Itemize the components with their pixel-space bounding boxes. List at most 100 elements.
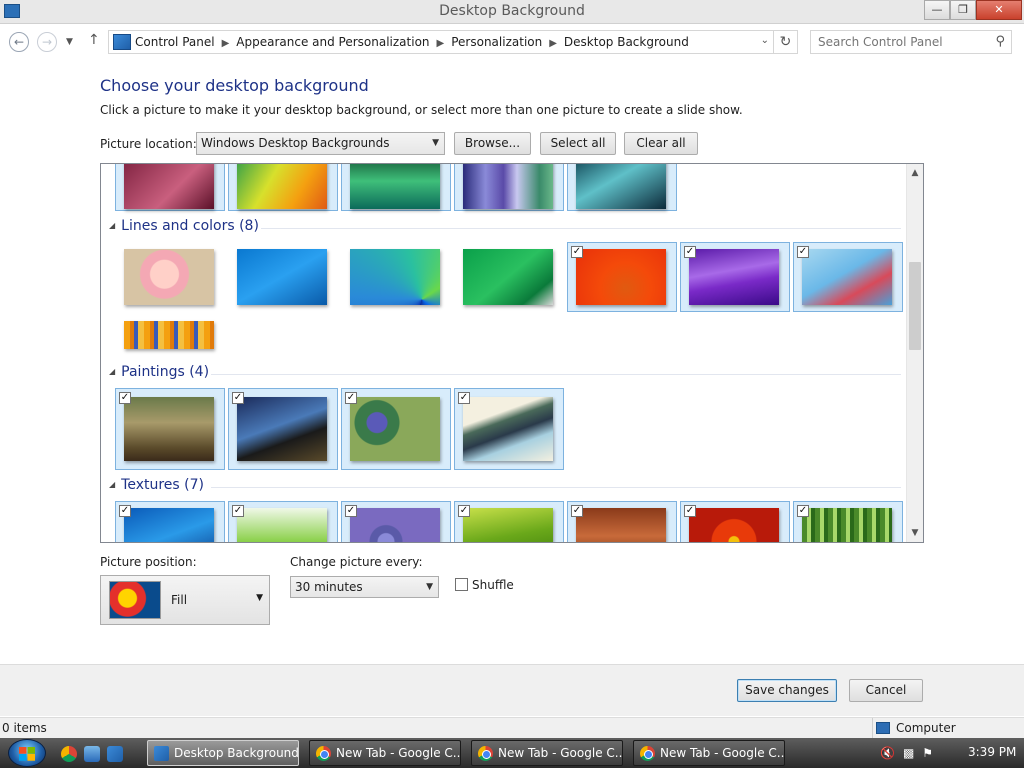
picture-tile[interactable]: ✓ [567,501,677,542]
picture-checkbox[interactable]: ✓ [684,246,696,258]
picture-thumbnail [463,164,553,209]
picture-checkbox[interactable]: ✓ [458,505,470,517]
picture-tile[interactable] [115,164,225,211]
clear-all-button[interactable]: Clear all [624,132,698,155]
picture-checkbox[interactable]: ✓ [571,246,583,258]
browse-button[interactable]: Browse... [454,132,531,155]
close-button[interactable]: ✕ [976,0,1022,20]
address-field[interactable]: Control Panel ▶ Appearance and Personaliza… [108,30,774,54]
picture-tile[interactable]: ✓ [454,501,564,542]
picture-tile[interactable]: ✓ [567,242,677,312]
up-arrow-icon[interactable]: ↑ [88,32,100,48]
action-center-icon[interactable]: ⚑ [922,746,933,760]
gallery-scrollbar[interactable]: ▲ ▼ [906,164,923,542]
picture-tile[interactable]: ✓ [341,388,451,470]
breadcrumb-control-panel[interactable]: Control Panel [135,35,215,49]
change-interval-select[interactable]: 30 minutes ▼ [290,576,439,598]
picture-tile[interactable] [454,242,564,312]
picture-tile[interactable]: ✓ [115,388,225,470]
clock[interactable]: 3:39 PM [968,745,1016,759]
picture-checkbox[interactable]: ✓ [119,505,131,517]
group-header-textures[interactable]: ◢ Textures (7) [109,477,204,493]
forward-button[interactable]: → [37,32,57,52]
chrome-icon [316,746,331,761]
picture-thumbnail [350,508,440,542]
picture-tile[interactable] [115,242,225,312]
network-icon[interactable]: ▩ [903,746,914,760]
picture-thumbnail [124,508,214,542]
picture-tile[interactable]: ✓ [680,242,790,312]
picture-thumbnail [463,508,553,542]
picture-checkbox[interactable]: ✓ [571,505,583,517]
picture-tile[interactable]: ✓ [228,388,338,470]
picture-checkbox[interactable]: ✓ [458,392,470,404]
scrollbar-thumb[interactable] [909,262,921,350]
item-count: 0 items [2,721,47,735]
group-header-lines-and-colors[interactable]: ◢ Lines and colors (8) [109,218,259,234]
picture-tile[interactable]: ✓ [115,501,225,542]
address-dropdown-chevron-icon[interactable]: ⌄ [761,35,769,46]
search-icon[interactable]: ⚲ [995,34,1005,49]
explorer-quicklaunch-icon[interactable] [107,746,123,762]
picture-tile[interactable]: ✓ [680,501,790,542]
collapse-triangle-icon: ◢ [109,367,116,376]
picture-tile[interactable] [567,164,677,211]
picture-tile[interactable]: ✓ [793,242,903,312]
select-all-button[interactable]: Select all [540,132,616,155]
picture-thumbnail [463,249,553,305]
recent-pages-chevron-icon[interactable]: ▼ [66,37,73,47]
breadcrumb-desktop-background[interactable]: Desktop Background [564,35,689,49]
breadcrumb-separator-icon[interactable]: ▶ [549,38,557,49]
picture-tile[interactable] [228,164,338,211]
volume-muted-icon[interactable]: 🔇 [880,746,895,760]
chrome-icon [478,746,493,761]
picture-location-select[interactable]: Windows Desktop Backgrounds ▼ [196,132,445,155]
start-button[interactable] [8,739,46,767]
picture-tile[interactable] [228,242,338,312]
status-divider [872,718,873,739]
picture-checkbox[interactable]: ✓ [797,505,809,517]
chrome-quicklaunch-icon[interactable] [61,746,77,762]
picture-tile[interactable]: ✓ [454,388,564,470]
breadcrumb-separator-icon[interactable]: ▶ [437,38,445,49]
taskbar-item-chrome-2[interactable]: New Tab - Google C... [471,740,623,766]
checkbox-icon[interactable] [455,578,468,591]
scroll-down-icon[interactable]: ▼ [907,525,923,541]
breadcrumb-appearance[interactable]: Appearance and Personalization [236,35,429,49]
picture-checkbox[interactable]: ✓ [345,392,357,404]
taskbar-item-chrome-3[interactable]: New Tab - Google C... [633,740,785,766]
picture-tile[interactable]: ✓ [341,501,451,542]
save-changes-button[interactable]: Save changes [737,679,837,702]
shuffle-checkbox[interactable]: Shuffle [455,578,514,592]
taskbar-item-chrome-1[interactable]: New Tab - Google C... [309,740,461,766]
picture-tile[interactable] [115,314,225,356]
picture-checkbox[interactable]: ✓ [345,505,357,517]
show-desktop-icon[interactable] [84,746,100,762]
picture-checkbox[interactable]: ✓ [119,392,131,404]
refresh-button[interactable]: ↻ [774,30,798,54]
minimize-button[interactable]: — [924,0,950,20]
back-button[interactable]: ← [9,32,29,52]
breadcrumb-personalization[interactable]: Personalization [451,35,542,49]
picture-checkbox[interactable]: ✓ [684,505,696,517]
picture-position-select[interactable]: Fill ▼ [100,575,270,625]
taskbar-item-desktop-background[interactable]: Desktop Background [147,740,299,766]
picture-gallery[interactable]: ◢ Lines and colors (8) ✓ ✓ ✓ ◢ Paintings (… [100,163,924,543]
title-bar: Desktop Background — ❐ ✕ [0,0,1024,24]
picture-tile[interactable] [341,164,451,211]
picture-tile[interactable]: ✓ [793,501,903,542]
cancel-button[interactable]: Cancel [849,679,923,702]
control-panel-icon [154,746,169,761]
picture-checkbox[interactable]: ✓ [797,246,809,258]
picture-checkbox[interactable]: ✓ [232,505,244,517]
picture-tile[interactable] [454,164,564,211]
search-input[interactable] [811,31,981,53]
picture-checkbox[interactable]: ✓ [232,392,244,404]
group-header-paintings[interactable]: ◢ Paintings (4) [109,364,209,380]
picture-tile[interactable] [341,242,451,312]
picture-tile[interactable]: ✓ [228,501,338,542]
scroll-up-icon[interactable]: ▲ [907,165,923,181]
collapse-triangle-icon: ◢ [109,221,116,230]
breadcrumb-separator-icon[interactable]: ▶ [222,38,230,49]
maximize-button[interactable]: ❐ [950,0,976,20]
